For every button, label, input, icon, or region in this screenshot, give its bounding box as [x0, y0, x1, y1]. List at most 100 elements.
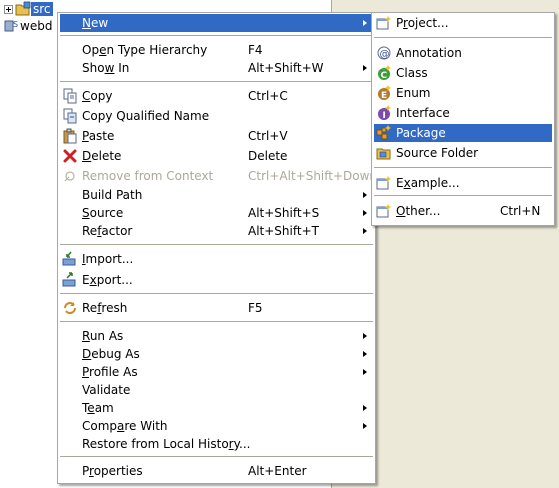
menu-item-refactor[interactable]: Refactor Alt+Shift+T — [60, 222, 373, 240]
new-submenu: Project... @ Annotation C Class E Enum I Interfa… — [371, 12, 555, 226]
menu-item-debug-as[interactable]: Debug As — [60, 345, 373, 363]
menu-item-copy-qualified-name[interactable]: Copy Qualified Name — [60, 107, 373, 125]
menu-item-label: Source Folder — [396, 146, 479, 160]
menu-item-label: Example... — [396, 176, 460, 190]
new-submenu-item-package[interactable]: Package — [374, 124, 552, 142]
tree-row-webd[interactable]: S webd — [4, 18, 52, 34]
menu-item-restore-from-local-history[interactable]: Restore from Local History... — [60, 435, 373, 453]
menu-item-label: Copy — [82, 89, 113, 103]
menu-item-label: Project... — [396, 16, 449, 30]
menu-separator — [374, 37, 552, 39]
menu-item-label: Package — [396, 126, 446, 140]
svg-text:I: I — [383, 111, 386, 121]
menu-separator — [60, 35, 373, 37]
menu-item-label: Open Type Hierarchy — [82, 43, 208, 57]
submenu-arrow-icon — [363, 333, 367, 339]
menu-item-team[interactable]: Team — [60, 399, 373, 417]
submenu-arrow-icon — [363, 405, 367, 411]
tree-label: webd — [20, 19, 53, 33]
menu-separator — [60, 81, 373, 83]
menu-item-refresh[interactable]: Refresh F5 — [60, 299, 373, 317]
menu-item-label: Source — [82, 206, 124, 220]
enum-icon: E — [376, 85, 392, 101]
svg-text:S: S — [13, 20, 18, 29]
menu-item-label: Debug As — [82, 347, 140, 361]
library-icon: S — [4, 18, 20, 34]
shortcut-label: Alt+Shift+W — [248, 61, 324, 75]
new-submenu-item-interface[interactable]: I Interface — [374, 104, 552, 122]
menu-item-label: Show In — [82, 61, 130, 75]
expand-icon[interactable] — [4, 4, 13, 14]
menu-item-compare-with[interactable]: Compare With — [60, 417, 373, 435]
menu-item-paste[interactable]: Paste Ctrl+V — [60, 127, 373, 145]
new-submenu-item-source-folder[interactable]: Source Folder — [374, 144, 552, 162]
annotation-icon: @ — [376, 45, 392, 61]
copy-icon — [62, 88, 78, 104]
menu-item-source[interactable]: Source Alt+Shift+S — [60, 204, 373, 222]
submenu-arrow-icon — [363, 228, 367, 234]
export-icon — [62, 272, 78, 288]
menu-item-delete[interactable]: Delete Delete — [60, 147, 373, 165]
package-icon — [376, 125, 392, 141]
shortcut-label: F5 — [248, 301, 263, 315]
menu-item-new[interactable]: New — [60, 14, 373, 32]
menu-item-label: Properties — [82, 464, 143, 478]
menu-item-label: Other... — [396, 204, 441, 218]
menu-item-build-path[interactable]: Build Path — [60, 186, 373, 204]
menu-item-properties[interactable]: Properties Alt+Enter — [60, 462, 373, 480]
menu-item-label: Delete — [82, 149, 122, 163]
example-icon — [376, 175, 392, 191]
menu-item-copy[interactable]: Copy Ctrl+C — [60, 87, 373, 105]
shortcut-label: Ctrl+Alt+Shift+Down — [248, 169, 378, 183]
menu-item-label: Refresh — [82, 301, 128, 315]
svg-text:E: E — [381, 91, 387, 101]
new-submenu-item-other[interactable]: Other... Ctrl+N — [374, 202, 552, 220]
menu-item-label: Paste — [82, 129, 115, 143]
delete-icon — [62, 148, 78, 164]
submenu-arrow-icon — [363, 65, 367, 71]
new-submenu-item-project[interactable]: Project... — [374, 14, 552, 32]
menu-separator — [374, 167, 552, 169]
menu-item-profile-as[interactable]: Profile As — [60, 363, 373, 381]
remove-context-icon — [62, 168, 78, 184]
submenu-arrow-icon — [363, 423, 367, 429]
shortcut-label: Ctrl+C — [248, 89, 288, 103]
tree-row-src[interactable]: src — [4, 1, 53, 17]
menu-item-label: Restore from Local History... — [82, 437, 251, 451]
menu-separator — [60, 456, 373, 458]
menu-item-label: Run As — [82, 329, 124, 343]
menu-item-label: Copy Qualified Name — [82, 109, 210, 123]
menu-item-label: New — [82, 16, 109, 30]
tree-label: src — [31, 2, 53, 16]
other-icon — [376, 203, 392, 219]
shortcut-label: Ctrl+V — [248, 129, 288, 143]
copy-qualified-name-icon — [62, 108, 78, 124]
shortcut-label: Delete — [248, 149, 288, 163]
shortcut-label: F4 — [248, 43, 263, 57]
menu-item-run-as[interactable]: Run As — [60, 327, 373, 345]
menu-item-open-type-hierarchy[interactable]: Open Type Hierarchy F4 — [60, 41, 373, 59]
submenu-arrow-icon — [363, 369, 367, 375]
menu-separator — [60, 244, 373, 246]
menu-item-label: Annotation — [396, 46, 462, 60]
menu-item-export[interactable]: Export... — [60, 271, 373, 289]
svg-text:C: C — [381, 71, 388, 81]
svg-text:@: @ — [380, 49, 390, 60]
interface-icon: I — [376, 105, 392, 121]
new-submenu-item-example[interactable]: Example... — [374, 174, 552, 192]
menu-separator — [374, 195, 552, 197]
menu-item-validate[interactable]: Validate — [60, 381, 373, 399]
new-project-icon — [376, 15, 392, 31]
new-submenu-item-class[interactable]: C Class — [374, 64, 552, 82]
menu-item-label: Compare With — [82, 419, 168, 433]
menu-item-show-in[interactable]: Show In Alt+Shift+W — [60, 59, 373, 77]
menu-item-label: Class — [396, 66, 428, 80]
new-submenu-item-annotation[interactable]: @ Annotation — [374, 44, 552, 62]
menu-item-label: Enum — [396, 86, 431, 100]
submenu-arrow-icon — [363, 210, 367, 216]
new-submenu-item-enum[interactable]: E Enum — [374, 84, 552, 102]
menu-item-label: Validate — [82, 383, 131, 397]
menu-item-remove-from-context[interactable]: Remove from Context Ctrl+Alt+Shift+Down — [60, 167, 377, 185]
import-icon — [62, 251, 78, 267]
menu-item-import[interactable]: Import... — [60, 250, 373, 268]
